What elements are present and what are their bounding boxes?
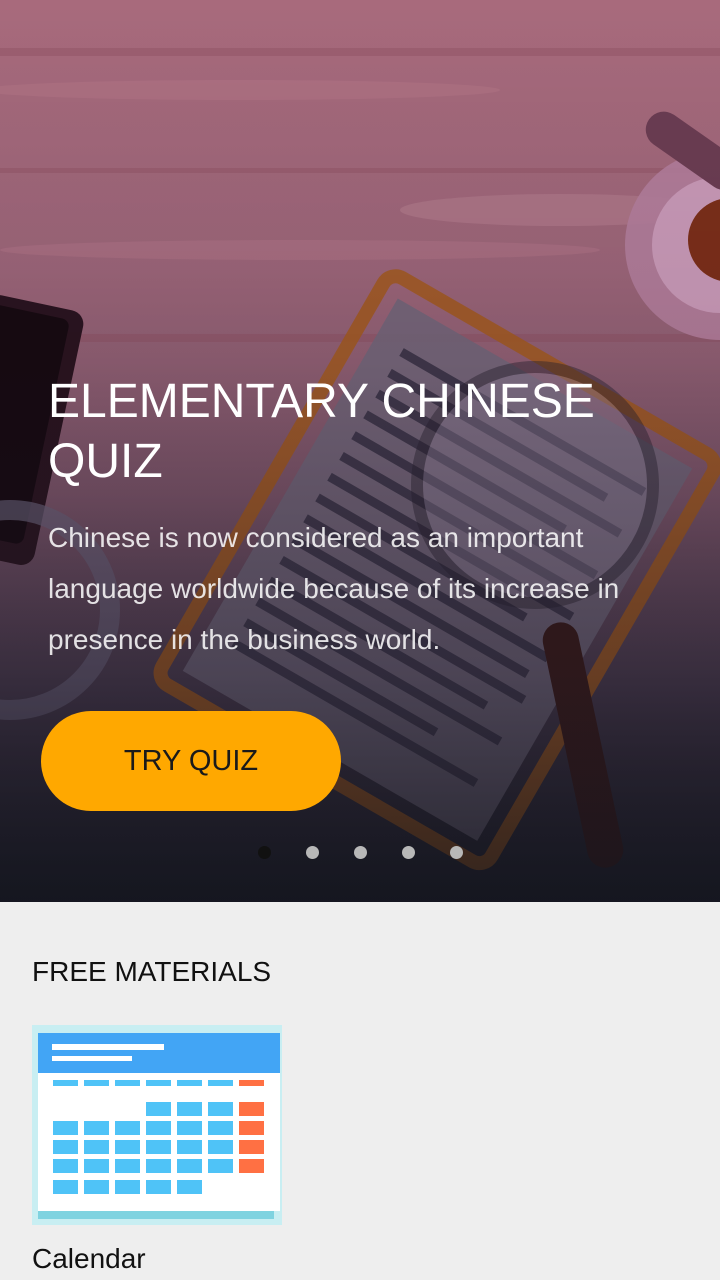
material-thumbnail	[32, 1025, 282, 1225]
calendar-icon	[32, 1025, 282, 1225]
hero-banner: ELEMENTARY CHINESE QUIZ Chinese is now c…	[0, 0, 720, 902]
carousel-dot-3[interactable]	[354, 846, 367, 859]
hero-title: ELEMENTARY CHINESE QUIZ	[48, 375, 595, 488]
try-quiz-button[interactable]: TRY QUIZ	[41, 711, 341, 811]
material-card-calendar[interactable]: Calendar	[32, 1025, 282, 1280]
free-materials-title: FREE MATERIALS	[32, 956, 272, 987]
carousel-dot-4[interactable]	[402, 846, 415, 859]
carousel-dot-5[interactable]	[450, 846, 463, 859]
carousel-dot-2[interactable]	[306, 846, 319, 859]
carousel-dot-1[interactable]	[258, 846, 271, 859]
hero-description: Chinese is now considered as an importan…	[48, 522, 620, 655]
carousel-indicator	[0, 846, 720, 862]
material-label: Calendar	[32, 1243, 146, 1274]
